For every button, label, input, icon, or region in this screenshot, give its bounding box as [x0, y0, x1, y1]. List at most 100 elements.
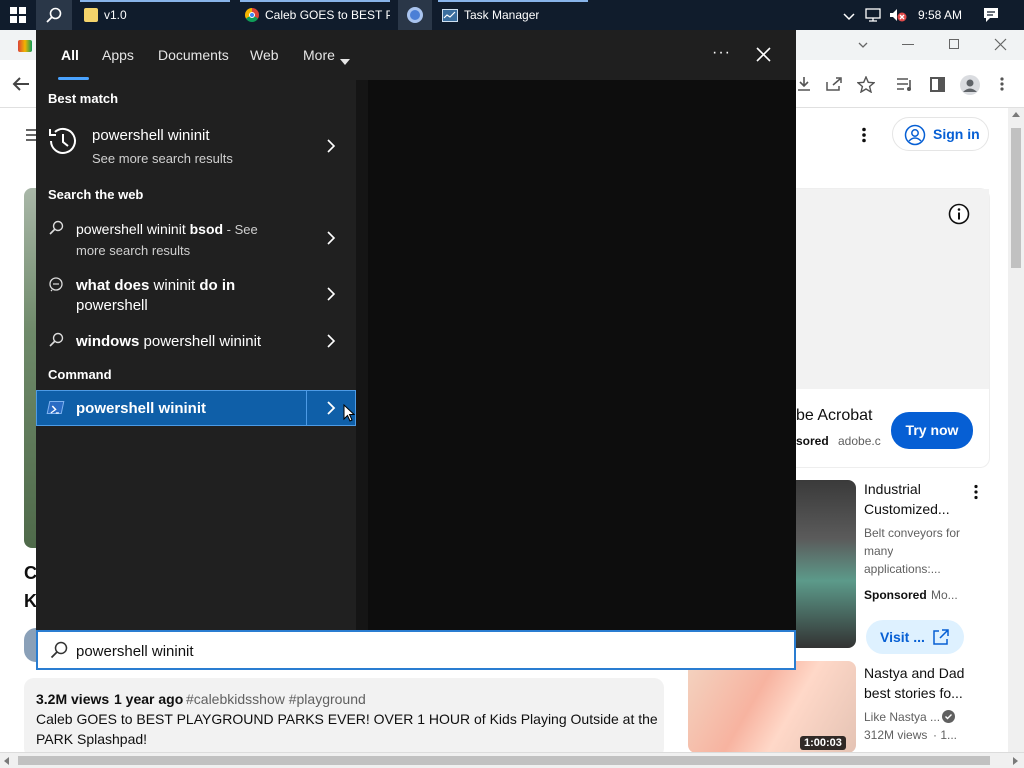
flyout-close-button[interactable]: [756, 47, 771, 62]
rec1-more: Mo...: [931, 588, 958, 602]
scrollbar-up-arrow-icon[interactable]: [1012, 112, 1020, 117]
flyout-options-button[interactable]: ···: [712, 44, 731, 62]
video-views: 3.2M views: [36, 691, 110, 707]
best-match-subtitle: See more search results: [92, 151, 233, 166]
web-result-2-chevron-icon[interactable]: [326, 287, 336, 301]
download-icon[interactable]: [796, 76, 812, 92]
web-result-2-bold2: do in: [199, 277, 236, 294]
web-result-2-bold1: what does: [76, 277, 150, 294]
web-result-1-bold: bsod: [189, 221, 224, 237]
channel-avatar[interactable]: [24, 628, 36, 662]
rec1-menu-icon[interactable]: [973, 484, 979, 500]
video-hashtags[interactable]: #calebkidsshow #playground: [186, 691, 366, 707]
web-result-3-rest: powershell wininit: [139, 333, 262, 350]
vertical-scrollbar[interactable]: [1008, 108, 1024, 752]
chrome-logo-icon: [18, 40, 32, 52]
scrollbar-right-arrow-icon[interactable]: [1013, 757, 1018, 765]
tab-web[interactable]: Web: [250, 47, 279, 63]
ad-domain: adobe.c: [838, 434, 881, 448]
web-result-1[interactable]: powershell wininit bsod - See more searc…: [36, 210, 356, 264]
search-box[interactable]: [36, 630, 796, 670]
external-link-icon: [932, 628, 950, 646]
start-button[interactable]: [0, 0, 36, 30]
more-caret-icon[interactable]: [340, 52, 350, 65]
web-result-1-suffix: - See: [223, 222, 258, 237]
video-description-line-2: PARK Splashpad!: [36, 731, 148, 747]
command-result-divider: [306, 391, 307, 425]
visit-label: Visit ...: [880, 629, 925, 645]
web-result-3[interactable]: windows powershell wininit: [36, 324, 356, 358]
verified-badge-icon: [942, 710, 955, 723]
taskbar-explorer-button[interactable]: v1.0: [80, 0, 230, 30]
chrome-icon: [245, 8, 259, 22]
taskbar-chrome-second-button[interactable]: [398, 0, 432, 30]
web-result-1-chevron-icon[interactable]: [326, 231, 336, 245]
tab-all[interactable]: All: [61, 47, 79, 63]
try-now-button[interactable]: Try now: [891, 412, 973, 449]
notification-icon[interactable]: [982, 6, 1000, 24]
web-result-3-chevron-icon[interactable]: [326, 334, 336, 348]
web-result-2-mid: wininit: [149, 277, 200, 294]
horizontal-scrollbar-thumb[interactable]: [18, 756, 990, 765]
web-result-1-prefix: powershell wininit: [76, 221, 190, 237]
taskbar-chrome-button[interactable]: Caleb GOES to BEST P...: [240, 0, 390, 30]
visit-button[interactable]: Visit ...: [866, 620, 964, 654]
tab-more[interactable]: More: [303, 47, 335, 63]
taskbar-task-manager-button[interactable]: Task Manager: [438, 0, 588, 30]
browser-menu-icon[interactable]: [999, 76, 1005, 92]
rec1-thumbnail[interactable]: [796, 480, 856, 648]
taskbar-chrome-label: Caleb GOES to BEST P...: [265, 8, 390, 22]
back-arrow-icon[interactable]: [12, 76, 30, 92]
search-input[interactable]: [76, 640, 776, 662]
rec2-thumbnail[interactable]: 1:00:03: [688, 661, 856, 753]
command-result-title: powershell wininit: [76, 400, 207, 417]
network-icon[interactable]: [864, 7, 882, 23]
tab-list-chevron-icon[interactable]: [857, 38, 869, 50]
command-result[interactable]: powershell wininit: [36, 390, 356, 426]
profile-avatar-icon[interactable]: [960, 75, 980, 95]
web-result-3-bold: windows: [76, 333, 140, 350]
video-description-box[interactable]: 3.2M views 1 year ago #calebkidsshow #pl…: [24, 678, 664, 758]
taskbar-search-button[interactable]: [36, 0, 72, 30]
best-match-result[interactable]: powershell wininit See more search resul…: [36, 114, 356, 176]
share-icon[interactable]: [825, 76, 843, 92]
best-match-heading: Best match: [48, 91, 119, 106]
rec1-title-2[interactable]: Customized...: [864, 501, 950, 517]
chrome-secondary-icon: [407, 7, 423, 23]
vertical-scrollbar-thumb[interactable]: [1011, 128, 1021, 268]
more-options-icon[interactable]: [861, 127, 867, 143]
best-match-chevron-icon[interactable]: [326, 139, 336, 153]
tab-all-underline: [58, 77, 89, 80]
task-manager-icon: [442, 8, 458, 22]
web-result-2-line2: powershell: [76, 297, 148, 314]
bookmark-star-icon[interactable]: [856, 75, 876, 94]
rec2-channel[interactable]: Like Nastya ...: [864, 710, 940, 724]
rec2-title-2[interactable]: best stories fo...: [864, 685, 963, 701]
horizontal-scrollbar[interactable]: [0, 752, 1024, 768]
chat-bubble-icon: [48, 276, 64, 292]
ad-info-icon[interactable]: [948, 203, 970, 225]
media-controls-icon[interactable]: [896, 77, 914, 92]
best-match-title: powershell wininit: [92, 127, 210, 144]
tab-documents[interactable]: Documents: [158, 47, 229, 63]
rec2-age: · 1...: [933, 728, 958, 742]
restore-button[interactable]: [949, 39, 959, 49]
history-icon: [46, 124, 80, 158]
tab-apps[interactable]: Apps: [102, 47, 134, 63]
minimize-button[interactable]: [902, 44, 914, 45]
close-window-button[interactable]: [994, 38, 1007, 51]
rec1-title-1[interactable]: Industrial: [864, 481, 921, 497]
web-result-2[interactable]: what does wininit do in powershell: [36, 268, 356, 320]
ad-sponsored-label: sored: [796, 434, 829, 448]
scrollbar-left-arrow-icon[interactable]: [4, 757, 9, 765]
rec2-title-1[interactable]: Nastya and Dad: [864, 665, 964, 681]
clock[interactable]: 9:58 AM: [918, 8, 962, 22]
volume-muted-icon[interactable]: [888, 7, 908, 23]
sign-in-button[interactable]: Sign in: [892, 117, 989, 151]
main-video-thumbnail[interactable]: [24, 188, 36, 548]
side-panel-icon[interactable]: [930, 77, 945, 92]
hamburger-menu-icon[interactable]: [26, 128, 36, 142]
tray-chevron-up-icon[interactable]: [842, 9, 856, 21]
command-result-chevron-icon[interactable]: [326, 401, 336, 415]
folder-icon: [84, 8, 98, 22]
